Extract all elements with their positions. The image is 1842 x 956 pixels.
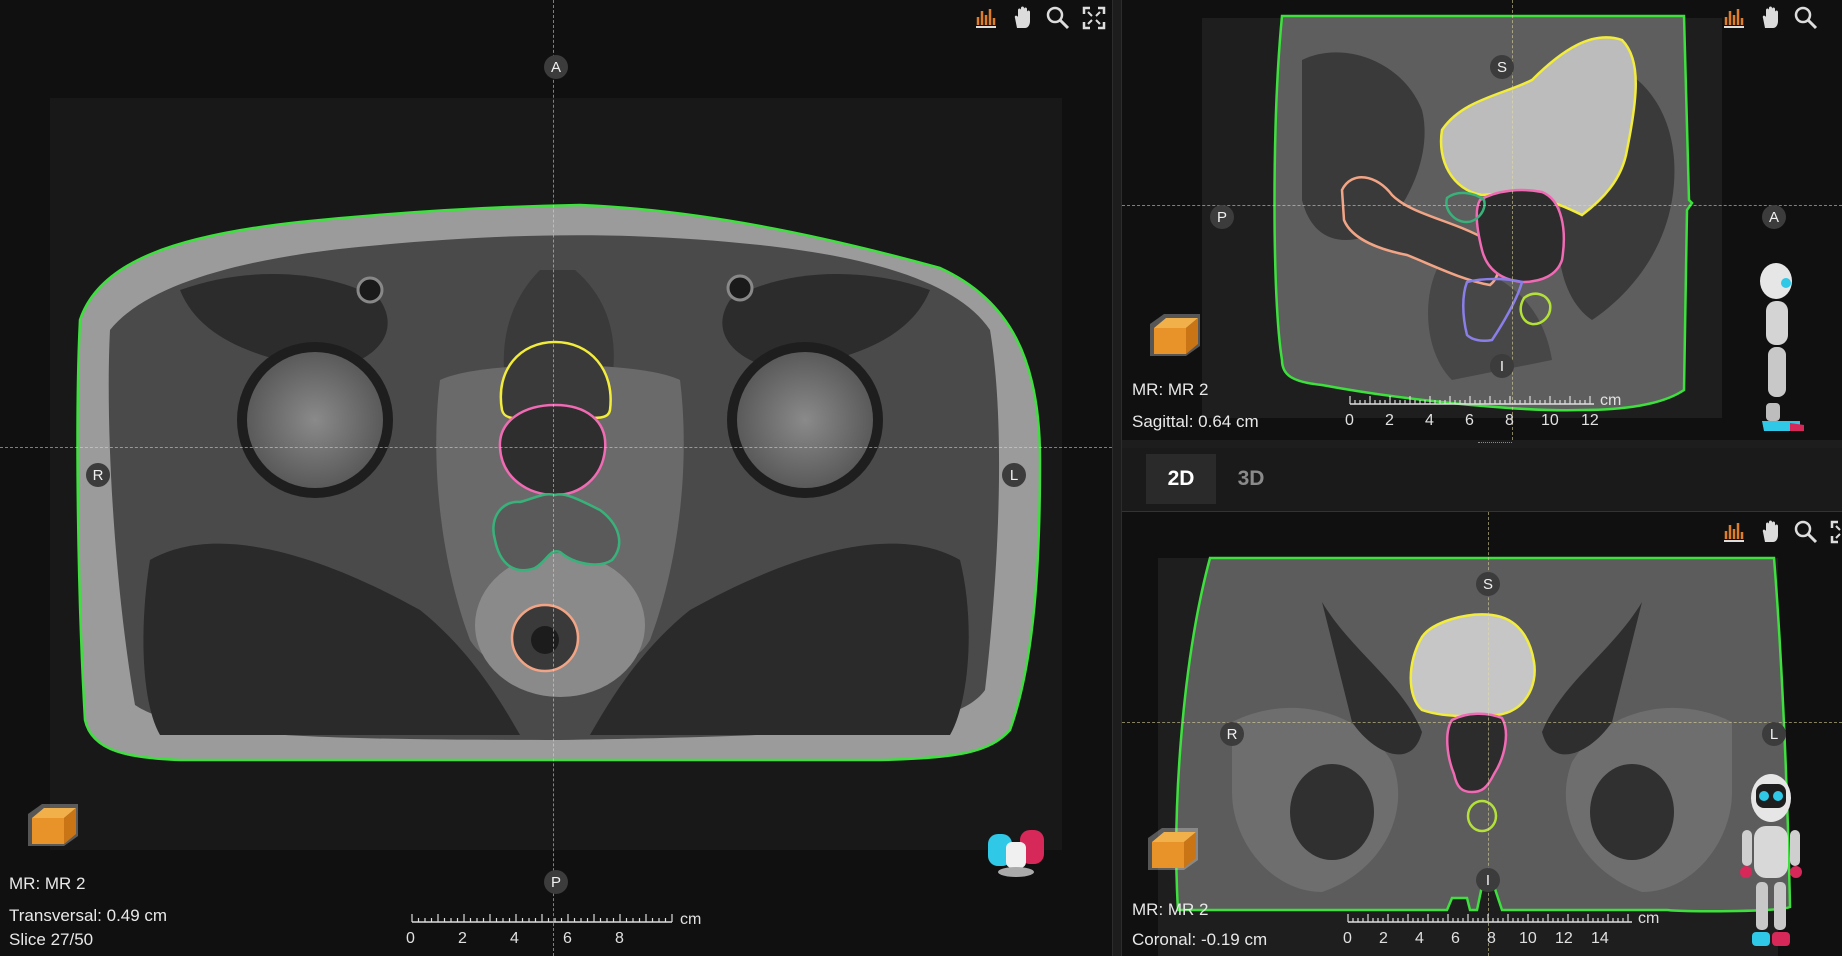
- coronal-ruler-tick-label: 4: [1415, 930, 1424, 947]
- coronal-viewport[interactable]: S I R L MR: MR 2 Coronal: -0.19 cm cm 0 …: [1122, 512, 1842, 956]
- coronal-ruler-tick-label: 10: [1519, 930, 1537, 947]
- splitter-grip-handle[interactable]: [1478, 442, 1512, 446]
- sagittal-crosshair-horizontal[interactable]: [1122, 205, 1842, 206]
- sagittal-ruler-tick-label: 8: [1505, 412, 1514, 429]
- hand-pan-icon[interactable]: [1756, 4, 1784, 32]
- coronal-ruler-tick-label: 8: [1487, 930, 1496, 947]
- axial-viewport[interactable]: A P R L MR: MR 2 Transversal: 0.49 cm Sl…: [0, 0, 1112, 956]
- sagittal-ruler-tick-label: 2: [1385, 412, 1394, 429]
- zoom-icon[interactable]: [1792, 4, 1820, 32]
- axial-crosshair-horizontal[interactable]: [0, 447, 1112, 448]
- orientation-right-label: R: [86, 463, 110, 487]
- sagittal-viewport[interactable]: S I P A MR: MR 2 Sagittal: 0.64 cm cm 0 …: [1122, 0, 1842, 440]
- axial-ruler-tick-label: 0: [406, 930, 415, 947]
- sagittal-prostate-contour: [1475, 188, 1566, 284]
- orientation-inferior-label: I: [1490, 354, 1514, 378]
- coronal-ruler-tick-label: 0: [1343, 930, 1352, 947]
- sagittal-scale-ruler: cm 0 2 4 6 8 10 12: [1345, 392, 1648, 434]
- axial-plane-position-label: Transversal: 0.49 cm: [9, 906, 168, 925]
- sagittal-plane-position-label: Sagittal: 0.64 cm: [1132, 412, 1259, 431]
- coronal-ruler-unit: cm: [1638, 910, 1660, 927]
- axial-modality-label: MR: MR 2: [9, 874, 86, 893]
- axial-ruler-tick-label: 2: [458, 930, 467, 947]
- axial-scale-ruler: cm 0 2 4 6 8: [406, 910, 701, 950]
- orientation-right-label: R: [1220, 722, 1244, 746]
- orientation-left-label: L: [1002, 463, 1026, 487]
- orientation-cube-icon[interactable]: [24, 800, 80, 850]
- axial-slice-label: Slice 27/50: [9, 930, 94, 949]
- robot-orientation-figure-front-icon[interactable]: [1736, 770, 1806, 956]
- histogram-icon[interactable]: [972, 4, 1000, 32]
- zoom-icon[interactable]: [1044, 4, 1072, 32]
- axial-toolbar: [972, 4, 1108, 32]
- sagittal-ruler-tick-label: 10: [1541, 412, 1559, 429]
- tab-2d[interactable]: 2D: [1146, 454, 1216, 504]
- sagittal-ruler-unit: cm: [1600, 392, 1622, 409]
- coronal-ruler-tick-label: 14: [1591, 930, 1609, 947]
- fullscreen-icon[interactable]: [1828, 518, 1842, 546]
- orientation-superior-label: S: [1476, 572, 1500, 596]
- zoom-icon[interactable]: [1792, 518, 1820, 546]
- coronal-scale-ruler: cm 0 2 4 6 8 10 12 14: [1343, 910, 1666, 952]
- orientation-posterior-label: P: [544, 870, 568, 894]
- sagittal-ruler-tick-label: 6: [1465, 412, 1474, 429]
- fullscreen-icon[interactable]: [1080, 4, 1108, 32]
- coronal-ruler-tick-label: 12: [1555, 930, 1573, 947]
- orientation-cube-icon[interactable]: [1144, 824, 1200, 874]
- sagittal-ruler-tick-label: 4: [1425, 412, 1434, 429]
- histogram-icon[interactable]: [1720, 518, 1748, 546]
- orientation-anterior-label: A: [544, 55, 568, 79]
- axial-ruler-tick-label: 4: [510, 930, 519, 947]
- orientation-superior-label: S: [1490, 55, 1514, 79]
- view-mode-tabbar: 2D 3D: [1122, 448, 1842, 512]
- hand-pan-icon[interactable]: [1008, 4, 1036, 32]
- orientation-left-label: L: [1762, 722, 1786, 746]
- axial-ruler-tick-label: 6: [563, 930, 572, 947]
- sagittal-ruler-tick-label: 12: [1581, 412, 1599, 429]
- sagittal-modality-label: MR: MR 2: [1132, 380, 1209, 399]
- axial-ruler-tick-label: 8: [615, 930, 624, 947]
- vertical-splitter[interactable]: [1112, 0, 1122, 956]
- coronal-toolbar: [1720, 518, 1842, 546]
- hand-pan-icon[interactable]: [1756, 518, 1784, 546]
- axial-ruler-unit: cm: [680, 911, 702, 928]
- coronal-ruler-tick-label: 2: [1379, 930, 1388, 947]
- robot-orientation-figure-side-icon[interactable]: [1742, 255, 1812, 435]
- tab-3d[interactable]: 3D: [1216, 454, 1286, 504]
- axial-crosshair-vertical[interactable]: [553, 0, 554, 956]
- axial-mri-image[interactable]: [0, 0, 1112, 956]
- coronal-ruler-tick-label: 6: [1451, 930, 1460, 947]
- anatomical-orientation-figure-icon[interactable]: [984, 822, 1050, 878]
- sagittal-ruler-tick-label: 0: [1345, 412, 1354, 429]
- orientation-inferior-label: I: [1476, 868, 1500, 892]
- orientation-posterior-label: P: [1210, 205, 1234, 229]
- coronal-modality-label: MR: MR 2: [1132, 900, 1209, 919]
- coronal-plane-position-label: Coronal: -0.19 cm: [1132, 930, 1268, 949]
- orientation-cube-icon[interactable]: [1146, 310, 1202, 360]
- orientation-anterior-label: A: [1762, 205, 1786, 229]
- coronal-bladder-contour: [1409, 613, 1536, 718]
- histogram-icon[interactable]: [1720, 4, 1748, 32]
- sagittal-toolbar: [1720, 4, 1820, 32]
